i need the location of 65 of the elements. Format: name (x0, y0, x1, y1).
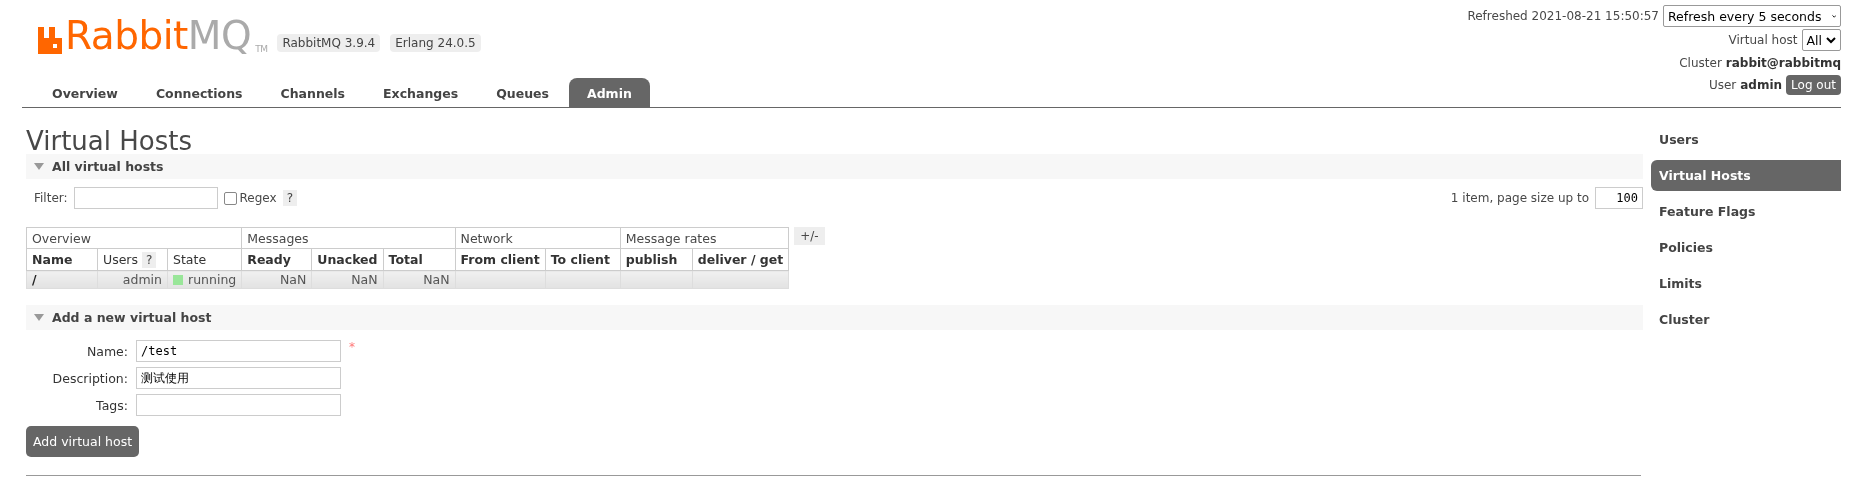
refresh-select[interactable]: Refresh every 5 seconds (1663, 5, 1841, 27)
version-badge: Erlang 24.0.5 (390, 34, 481, 52)
trademark-text: TM (255, 44, 268, 54)
help-button[interactable]: ? (142, 252, 157, 268)
nav-tab[interactable]: Overview (34, 78, 136, 107)
sidebar-item[interactable]: Virtual Hosts (1651, 160, 1841, 191)
regex-label: Regex (239, 191, 277, 205)
nav-tab[interactable]: Admin (569, 78, 650, 107)
cluster-label: Cluster (1679, 56, 1722, 70)
column-header: publish (620, 248, 693, 271)
chevron-down-icon (1831, 12, 1836, 20)
column-group-header: Overview (26, 227, 242, 249)
column-header: To client (545, 248, 621, 271)
column-header: Ready (241, 248, 312, 271)
column-group-header: Messages (241, 227, 456, 249)
logout-button[interactable]: Log out (1786, 75, 1841, 95)
field-label: Tags: (95, 397, 128, 413)
required-mark: * (349, 340, 355, 354)
chevron-down-icon (1826, 36, 1836, 44)
item-count-text: 1 item, page size up to (1450, 191, 1589, 205)
filter-label: Filter: (34, 191, 68, 205)
add-virtual-host-button[interactable]: Add virtual host (26, 426, 140, 457)
logo-text: Rabbit (65, 18, 188, 54)
column-header: Unacked (311, 248, 384, 271)
regex-checkbox[interactable] (223, 191, 237, 205)
nav-tab[interactable]: Queues (478, 78, 567, 107)
column-toggle-button[interactable]: +/- (794, 227, 825, 245)
column-header: Users ? (97, 248, 168, 271)
nav-tab[interactable]: Connections (137, 78, 261, 107)
logo-text: MQ (187, 18, 252, 54)
section-header[interactable]: Add a new virtual host (26, 305, 1643, 330)
column-header: deliver / get (692, 248, 789, 271)
nav-tab[interactable]: Channels (262, 78, 364, 107)
input-field[interactable]: 测试使用 (136, 367, 341, 389)
field-label: Name: (85, 343, 128, 359)
page-size-input[interactable]: 100 (1595, 187, 1643, 209)
section-title: All virtual hosts (52, 159, 164, 174)
rabbit-logo-icon (38, 27, 62, 54)
version-badge: RabbitMQ 3.9.4 (277, 34, 381, 52)
virtual-host-label: Virtual host (1728, 33, 1798, 47)
section-header[interactable]: All virtual hosts (26, 154, 1643, 179)
column-group-header: Network (455, 227, 621, 249)
sidebar-item[interactable]: Feature Flags (1651, 196, 1841, 227)
input-field[interactable] (136, 394, 341, 416)
sidebar-item[interactable]: Policies (1651, 232, 1841, 263)
column-header: Name (26, 248, 98, 271)
section-title: Add a new virtual host (52, 310, 212, 325)
virtual-host-select[interactable]: All (1801, 29, 1841, 51)
sidebar-item[interactable]: Cluster (1651, 304, 1841, 335)
column-header: From client (455, 248, 546, 271)
sidebar-item[interactable]: Users (1651, 124, 1841, 155)
help-button[interactable]: ? (282, 190, 297, 206)
input-field[interactable]: /test (136, 340, 341, 362)
nav-tab[interactable]: Exchanges (365, 78, 477, 107)
user-label: User (1708, 78, 1737, 92)
user-name: admin (1740, 78, 1783, 92)
sidebar-item[interactable]: Limits (1651, 268, 1841, 299)
cluster-name: rabbit@rabbitmq (1725, 56, 1841, 70)
column-group-header: Message rates (620, 227, 789, 249)
column-header: Total (383, 248, 456, 271)
filter-input[interactable] (73, 187, 218, 209)
page-title: Virtual Hosts (26, 128, 193, 154)
refreshed-text: Refreshed 2021-08-21 15:50:57 (1467, 9, 1659, 23)
column-header: State (167, 248, 242, 271)
field-label: Description: (51, 370, 128, 386)
